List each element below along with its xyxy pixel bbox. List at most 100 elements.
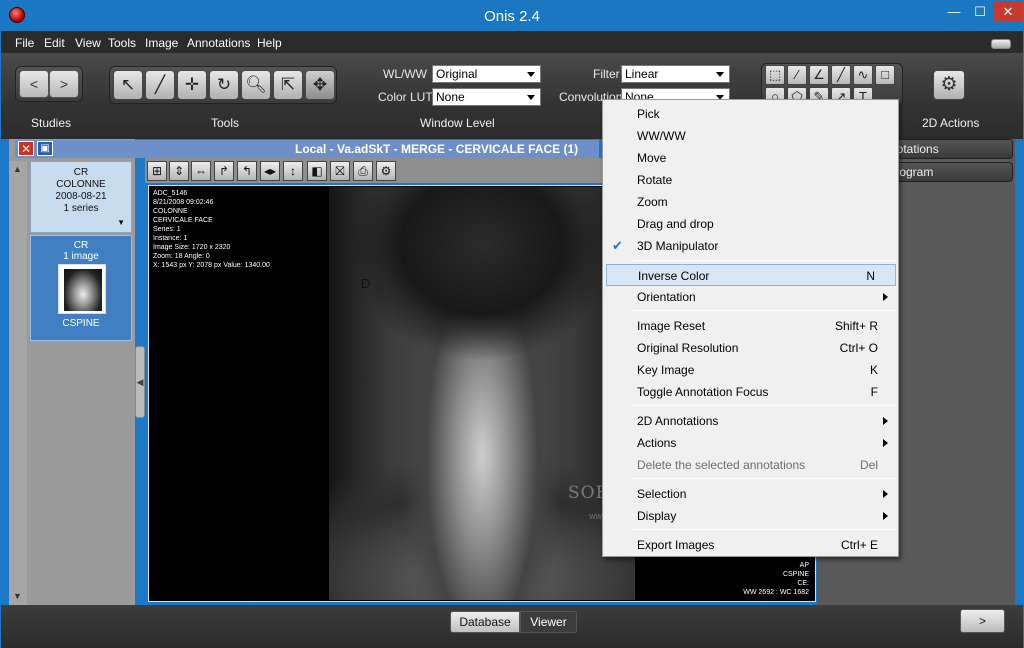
color-lut-select[interactable]: None	[432, 88, 541, 106]
menu-item-2d-annotations[interactable]: 2D Annotations	[603, 410, 898, 432]
app-window: Onis 2.4 — ☐ ✕ File Edit View Tools Imag…	[0, 0, 1024, 648]
menu-item-label: Drag and drop	[637, 217, 714, 231]
menu-item-label: Delete the selected annotations	[637, 458, 806, 472]
studies-scrollbar[interactable]: ▲ ▼	[9, 161, 27, 605]
panel-collapse-handle[interactable]: ◀	[135, 346, 145, 418]
restore-viewer-button[interactable]: ▣	[37, 141, 53, 156]
menu-item-actions[interactable]: Actions	[603, 432, 898, 454]
close-window-button[interactable]: ✕	[993, 1, 1023, 22]
menu-item-label: Move	[637, 151, 667, 165]
check-icon: ✔	[612, 238, 623, 253]
split-vertical-icon[interactable]: ⇔	[191, 161, 211, 181]
maximize-button[interactable]: ☐	[967, 1, 993, 22]
menu-item-wlww[interactable]: WW/WW	[603, 125, 898, 147]
next-nav-button[interactable]: >	[49, 70, 79, 98]
menu-item-zoom[interactable]: Zoom	[603, 191, 898, 213]
rotate-right-icon[interactable]: ↱	[214, 161, 234, 181]
histogram-panel-header[interactable]: stogram	[885, 162, 1013, 182]
flip-vertical-icon[interactable]: ↕	[283, 161, 303, 181]
filter-select[interactable]: Linear	[621, 65, 730, 83]
settings-icon[interactable]: ⚙	[376, 161, 396, 181]
menu-item-orientation[interactable]: Orientation	[603, 286, 898, 308]
annotations-panel-header[interactable]: notations	[885, 139, 1013, 159]
series-thumbnail[interactable]	[58, 264, 106, 314]
menu-help[interactable]: Help	[257, 36, 282, 50]
ruler-icon[interactable]: ∕	[787, 65, 807, 85]
print-icon[interactable]: ⎙	[353, 161, 373, 181]
tab-viewer[interactable]: Viewer	[520, 611, 577, 633]
invert-color-icon[interactable]: ◧	[307, 161, 327, 181]
menu-item-image-reset[interactable]: Image Reset Shift+ R	[603, 315, 898, 337]
overlay-line: Series: 1	[153, 226, 181, 233]
menu-image[interactable]: Image	[145, 36, 178, 50]
menu-item-label: Inverse Color	[638, 269, 710, 283]
menu-item-label: 3D Manipulator	[637, 239, 719, 253]
menu-item-label: Zoom	[637, 195, 668, 209]
menu-file[interactable]: File	[15, 36, 34, 50]
menu-item-display[interactable]: Display	[603, 505, 898, 527]
prev-button[interactable]: <	[19, 70, 49, 98]
pointer-icon[interactable]: ↖	[113, 70, 143, 100]
rectangle-icon[interactable]: □	[875, 65, 895, 85]
scroll-up-icon[interactable]: ▲	[13, 164, 22, 174]
overlay-line: Instance: 1	[153, 235, 188, 242]
rotate-icon[interactable]: ↻	[209, 70, 239, 100]
window-title: Onis 2.4	[484, 8, 540, 25]
menu-view[interactable]: View	[75, 36, 101, 50]
scroll-down-icon[interactable]: ▼	[13, 591, 22, 601]
rotate-left-icon[interactable]: ↰	[237, 161, 257, 181]
polyline-icon[interactable]: ∿	[853, 65, 873, 85]
menu-item-toggle-annotation-focus[interactable]: Toggle Annotation Focus F	[603, 381, 898, 403]
chevron-down-icon	[527, 72, 535, 77]
grid-layout-icon[interactable]: ⊞	[147, 161, 167, 181]
split-horizontal-icon[interactable]: ⇕	[169, 161, 189, 181]
rect-select-icon[interactable]: ⬚	[765, 65, 785, 85]
next-button[interactable]: >	[960, 609, 1005, 633]
menu-edit[interactable]: Edit	[44, 36, 65, 50]
curve-icon[interactable]: ╱	[145, 70, 175, 100]
overlay-line: Zoom: 18 Angle: 0	[153, 253, 210, 260]
menu-item-label: 2D Annotations	[637, 414, 719, 428]
move-icon[interactable]: ✛	[177, 70, 207, 100]
study-card[interactable]: CR COLONNE 2008-08-21 1 series ▼	[30, 161, 132, 233]
close-viewer-button[interactable]: ✕	[18, 141, 34, 156]
drag-drop-icon[interactable]: ⇱	[273, 70, 303, 100]
submenu-arrow-icon	[883, 293, 888, 301]
line-icon[interactable]: ╱	[831, 65, 851, 85]
menu-item-selection[interactable]: Selection	[603, 483, 898, 505]
menu-item-label: Selection	[637, 487, 687, 501]
menu-item-drag-drop[interactable]: Drag and drop	[603, 213, 898, 235]
menu-item-inverse-color[interactable]: Inverse Color N	[606, 264, 896, 286]
menu-item-rotate[interactable]: Rotate	[603, 169, 898, 191]
menu-item-key-image[interactable]: Key Image K	[603, 359, 898, 381]
tab-database[interactable]: Database	[450, 611, 520, 633]
overlay-line: 8/21/2008 09:02:46	[153, 199, 214, 206]
zoom-icon[interactable]: 🔍︎	[241, 70, 271, 100]
menu-item-3d-manipulator[interactable]: ✔ 3D Manipulator	[603, 235, 898, 257]
overlay-line: ADC_5146	[153, 190, 188, 197]
menu-item-shortcut: Ctrl+ E	[840, 538, 878, 552]
menu-item-pick[interactable]: Pick	[603, 103, 898, 125]
flip-horizontal-icon[interactable]: ◂▸	[260, 161, 280, 181]
menu-item-move[interactable]: Move	[603, 147, 898, 169]
overlay-line: WW 2692 : WC 1682	[743, 589, 809, 596]
wlww-select[interactable]: Original	[432, 65, 541, 83]
overlay-line: CE:	[797, 580, 809, 587]
expand-icon[interactable]: ▼	[117, 217, 125, 229]
overlay-line: X: 1543 px Y: 2078 px Value: 1340.00	[153, 262, 270, 269]
filter-value: Linear	[625, 67, 659, 81]
series-card[interactable]: CR 1 image CSPINE	[30, 235, 132, 341]
gear-icon[interactable]: ⚙	[933, 70, 965, 100]
angle-icon[interactable]: ∠	[809, 65, 829, 85]
layout-toggle-button[interactable]	[991, 39, 1011, 49]
menu-item-export-images[interactable]: Export Images Ctrl+ E	[603, 534, 898, 556]
3d-manipulator-icon[interactable]: ✥	[305, 70, 335, 100]
reset-image-icon[interactable]: ⛝	[330, 161, 350, 181]
viewer-tab: ✕ ▣ Local - Va.adSkT - MERGE - CERVICALE…	[15, 140, 599, 158]
menu-annotations[interactable]: Annotations	[187, 36, 250, 50]
menu-tools[interactable]: Tools	[108, 36, 136, 50]
menu-item-original-resolution[interactable]: Original Resolution Ctrl+ O	[603, 337, 898, 359]
xray-image[interactable]	[329, 187, 635, 600]
menu-separator	[633, 529, 895, 530]
minimize-button[interactable]: —	[941, 1, 967, 22]
